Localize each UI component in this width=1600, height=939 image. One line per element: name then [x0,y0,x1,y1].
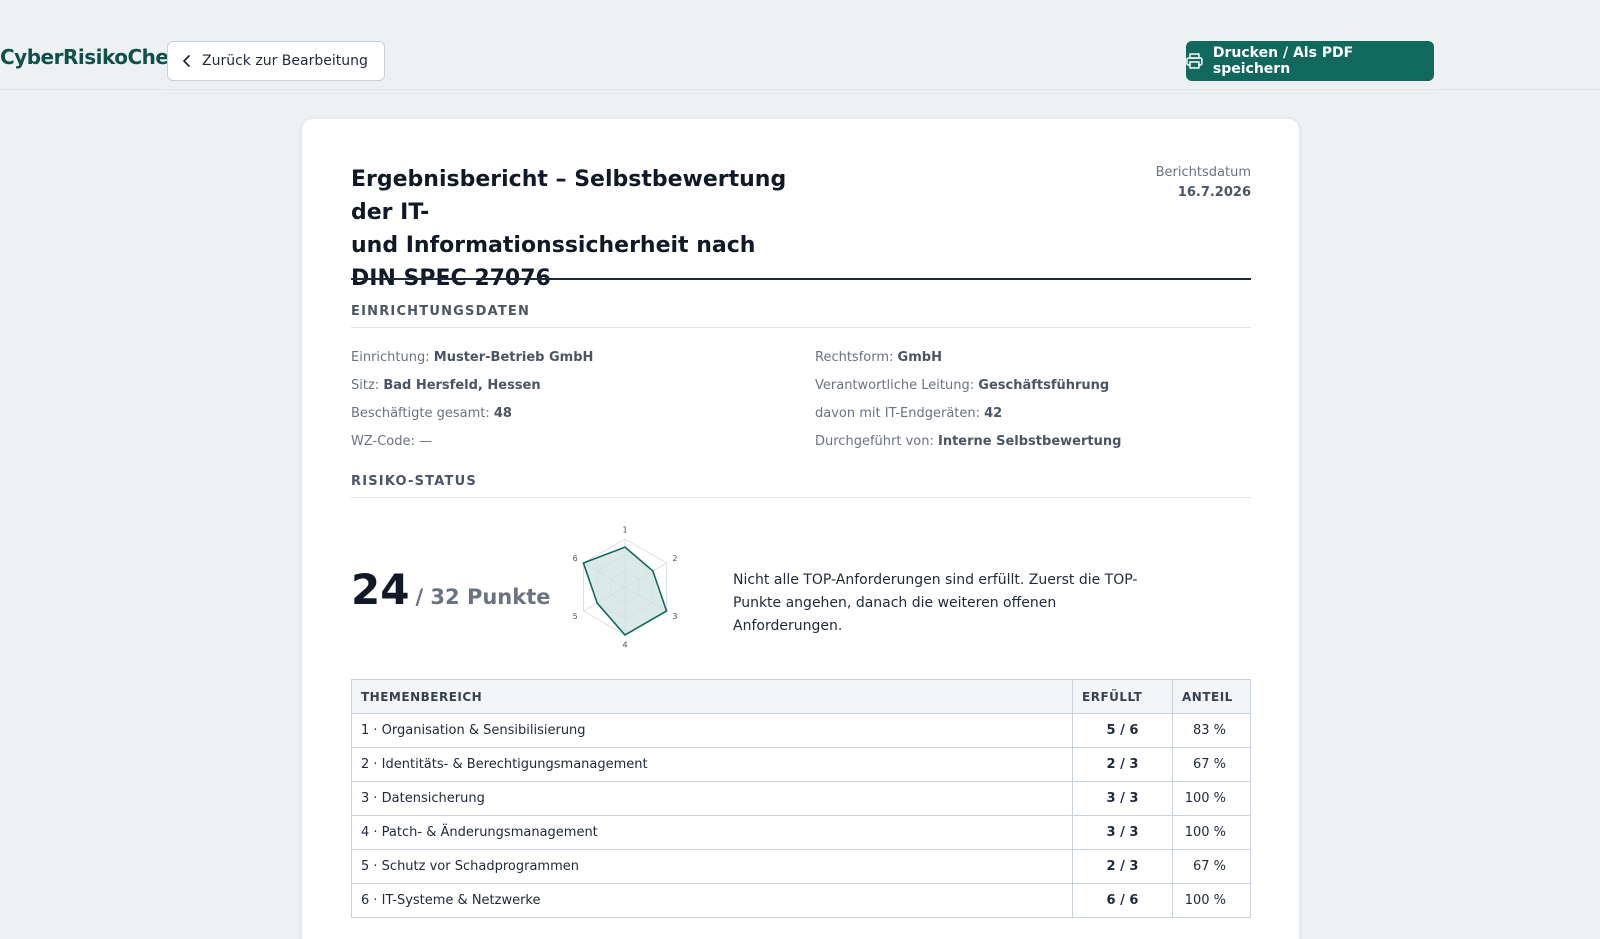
table-row: 6 · IT-Systeme & Netzwerke 6 / 6 100 % [351,883,1251,918]
fulfilled-cell: 5 / 6 [1072,713,1173,748]
brand-logo[interactable]: CyberRisikoCheck [0,45,193,69]
topic-cell: 5 · Schutz vor Schadprogrammen [351,849,1073,884]
report-card: Ergebnisbericht – Selbstbewertung der IT… [301,118,1300,939]
radar-axis-label: 5 [573,612,578,621]
chevron-left-icon [183,55,190,67]
score-value: 24 [351,565,410,614]
facility-field: WZ-Code: — [351,434,433,449]
radar-axis-label: 4 [622,641,627,650]
radar-chart: 1 2 3 4 5 6 [573,525,678,650]
radar-axis-label: 3 [672,612,677,621]
topic-cell: 6 · IT-Systeme & Netzwerke [351,883,1073,918]
printer-icon [1186,53,1203,69]
facility-field: Rechtsform: GmbH [815,350,942,365]
report-title-line: und Informationssicherheit nach [351,233,756,258]
facility-field: davon mit IT-Endgeräten: 42 [815,406,1003,421]
topic-cell: 4 · Patch- & Änderungsmanagement [351,815,1073,850]
radar-axis-label: 2 [672,554,677,563]
facility-field: Durchgeführt von: Interne Selbstbewertun… [815,434,1122,449]
table-row: 2 · Identitäts- & Berechtigungsmanagemen… [351,747,1251,782]
print-button-label: Drucken / Als PDF speichern [1212,45,1354,77]
table-row: 3 · Datensicherung 3 / 3 100 % [351,781,1251,816]
facility-field: Einrichtung: Muster-Betrieb GmbH [351,350,594,365]
print-pdf-button[interactable]: Drucken / Als PDF speichern [1186,41,1434,81]
fulfilled-cell: 2 / 3 [1072,849,1173,884]
column-header-fulfilled: ERFÜLLT [1072,679,1173,714]
risk-status-message: Nicht alle TOP-Anforderungen sind erfüll… [733,572,1138,634]
share-cell: 100 % [1172,883,1251,918]
topics-table: THEMENBEREICH ERFÜLLT ANTEIL 1 · Organis… [351,679,1251,918]
share-cell: 67 % [1172,849,1251,884]
share-cell: 83 % [1172,713,1251,748]
report-title-line: Ergebnisbericht – Selbstbewertung der IT… [351,167,787,225]
score-suffix: / 32 Punkte [415,585,551,609]
title-divider [351,278,1251,280]
risk-section-title: RISIKO-STATUS [351,474,1251,498]
facility-field: Beschäftigte gesamt: 48 [351,406,512,421]
toolbar-divider [167,93,1434,94]
table-row: 1 · Organisation & Sensibilisierung 5 / 6… [351,713,1251,748]
fulfilled-cell: 3 / 3 [1072,815,1173,850]
report-date-label: Berichtsdatum [1155,165,1251,180]
column-header-topic: THEMENBEREICH [351,679,1073,714]
table-header-row: THEMENBEREICH ERFÜLLT ANTEIL [351,679,1251,714]
share-cell: 67 % [1172,747,1251,782]
share-cell: 100 % [1172,815,1251,850]
facility-section-title: EINRICHTUNGSDATEN [351,304,1251,328]
topic-cell: 1 · Organisation & Sensibilisierung [351,713,1073,748]
fulfilled-cell: 2 / 3 [1072,747,1173,782]
back-button-label: Zurück zur Bearbeitung [202,53,368,69]
radar-axis-label: 1 [622,525,627,534]
facility-field: Verantwortliche Leitung: Geschäftsführun… [815,378,1110,393]
report-title: Ergebnisbericht – Selbstbewertung der IT… [351,163,811,295]
column-header-share: ANTEIL [1172,679,1251,714]
share-cell: 100 % [1172,781,1251,816]
facility-field: Sitz: Bad Hersfeld, Hessen [351,378,541,393]
report-date: Berichtsdatum 16.7.2026 [1156,165,1251,200]
topic-cell: 2 · Identitäts- & Berechtigungsmanagemen… [351,747,1073,782]
table-row: 5 · Schutz vor Schadprogrammen 2 / 3 67 % [351,849,1251,884]
back-to-edit-button[interactable]: Zurück zur Bearbeitung [167,41,385,81]
radar-axis-label: 6 [573,554,578,563]
fulfilled-cell: 6 / 6 [1072,883,1173,918]
radar-data-area [582,546,668,637]
risk-score: 24 / 32 Punkte [351,565,551,614]
topic-cell: 3 · Datensicherung [351,781,1073,816]
report-date-value: 16.7.2026 [1177,185,1251,200]
table-row: 4 · Patch- & Änderungsmanagement 3 / 3 100… [351,815,1251,850]
fulfilled-cell: 3 / 3 [1072,781,1173,816]
